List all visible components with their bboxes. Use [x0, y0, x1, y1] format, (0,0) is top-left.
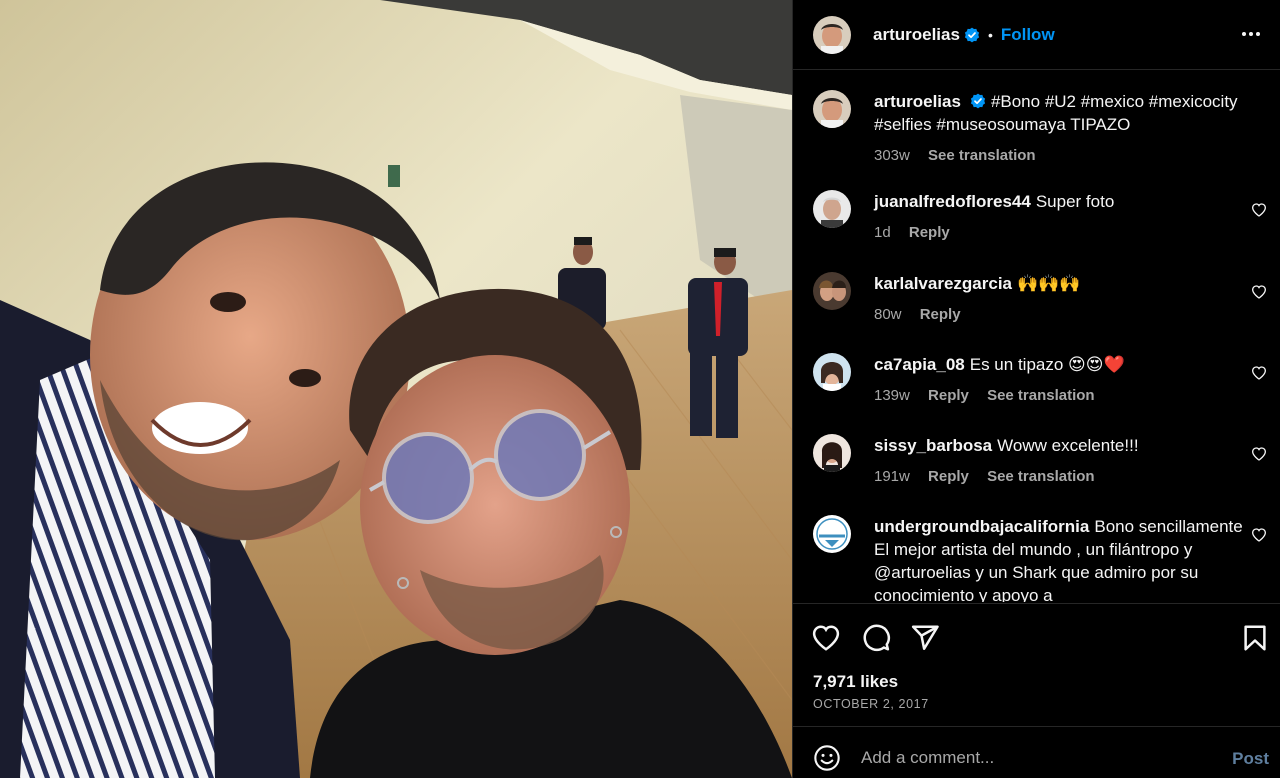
post-side-panel: arturoelias • Follow arturoelias #Bono #U… [792, 0, 1280, 778]
heart-outline-icon[interactable] [1251, 446, 1267, 462]
comment-input[interactable] [861, 745, 1201, 771]
comment-composer: Post [793, 726, 1280, 778]
comment-text: 🙌🙌🙌 [1017, 274, 1081, 293]
emoji-icon[interactable] [813, 744, 841, 772]
comment-username[interactable]: ca7apia_08 [874, 355, 965, 374]
comment-item: sissy_barbosa Woww excelente!!! 191w Repl… [813, 434, 1273, 488]
commenter-avatar[interactable] [813, 515, 851, 553]
comment-text: Es un tipazo 😍😍❤️ [969, 355, 1125, 374]
author-avatar[interactable] [813, 15, 851, 54]
paper-plane-icon[interactable] [910, 623, 940, 653]
bookmark-icon[interactable] [1240, 623, 1270, 653]
verified-badge-icon [964, 27, 980, 43]
post-date: OCTOBER 2, 2017 [813, 697, 929, 711]
reply-button[interactable]: Reply [920, 306, 961, 323]
comment-username[interactable]: karlalvarezgarcia [874, 274, 1012, 293]
comment-timestamp: 80w [874, 306, 902, 323]
post-comment-button[interactable]: Post [1232, 749, 1269, 769]
comment-text: Super foto [1035, 192, 1115, 211]
see-translation-button[interactable]: See translation [928, 147, 1036, 164]
post-actions: 7,971 likes OCTOBER 2, 2017 [793, 603, 1280, 726]
separator-dot: • [987, 26, 993, 43]
likes-count[interactable]: 7,971 likes [813, 672, 898, 692]
see-translation-button[interactable]: See translation [987, 468, 1095, 485]
post-header: arturoelias • Follow [793, 0, 1280, 70]
commenter-avatar[interactable] [813, 434, 851, 472]
comment-bubble-icon[interactable] [861, 623, 891, 653]
post-caption: arturoelias #Bono #U2 #mexico #mexicocity… [813, 90, 1273, 167]
comment-item: karlalvarezgarcia 🙌🙌🙌 80w Reply [813, 272, 1273, 326]
comment-timestamp: 139w [874, 387, 910, 404]
comment-username[interactable]: sissy_barbosa [874, 436, 992, 455]
caption-timestamp: 303w [874, 147, 910, 164]
more-options-icon[interactable] [1239, 22, 1263, 46]
reply-button[interactable]: Reply [928, 387, 969, 404]
heart-outline-icon[interactable] [1251, 284, 1267, 300]
author-avatar[interactable] [813, 90, 851, 128]
commenter-avatar[interactable] [813, 353, 851, 391]
heart-outline-icon[interactable] [1251, 365, 1267, 381]
caption-username[interactable]: arturoelias [874, 92, 961, 111]
heart-outline-icon[interactable] [1251, 527, 1267, 543]
see-translation-button[interactable]: See translation [987, 387, 1095, 404]
commenter-avatar[interactable] [813, 190, 851, 228]
comment-username[interactable]: undergroundbajacalifornia [874, 517, 1089, 536]
heart-icon[interactable] [811, 623, 841, 653]
comment-timestamp: 191w [874, 468, 910, 485]
heart-outline-icon[interactable] [1251, 202, 1267, 218]
follow-button[interactable]: Follow [1001, 25, 1055, 45]
verified-badge-icon [970, 92, 986, 109]
reply-button[interactable]: Reply [928, 468, 969, 485]
author-username[interactable]: arturoelias [873, 25, 960, 45]
commenter-avatar[interactable] [813, 272, 851, 310]
reply-button[interactable]: Reply [909, 224, 950, 241]
comment-username[interactable]: juanalfredoflores44 [874, 192, 1031, 211]
comment-timestamp: 1d [874, 224, 891, 241]
comment-item: undergroundbajacalifornia Bono sencillame… [813, 515, 1273, 602]
comments-list[interactable]: arturoelias #Bono #U2 #mexico #mexicocity… [793, 70, 1280, 602]
comment-text: Woww excelente!!! [997, 436, 1139, 455]
comment-item: ca7apia_08 Es un tipazo 😍😍❤️ 139w Reply S… [813, 353, 1273, 407]
comment-item: juanalfredoflores44 Super foto 1d Reply [813, 190, 1273, 244]
post-photo [0, 0, 792, 778]
